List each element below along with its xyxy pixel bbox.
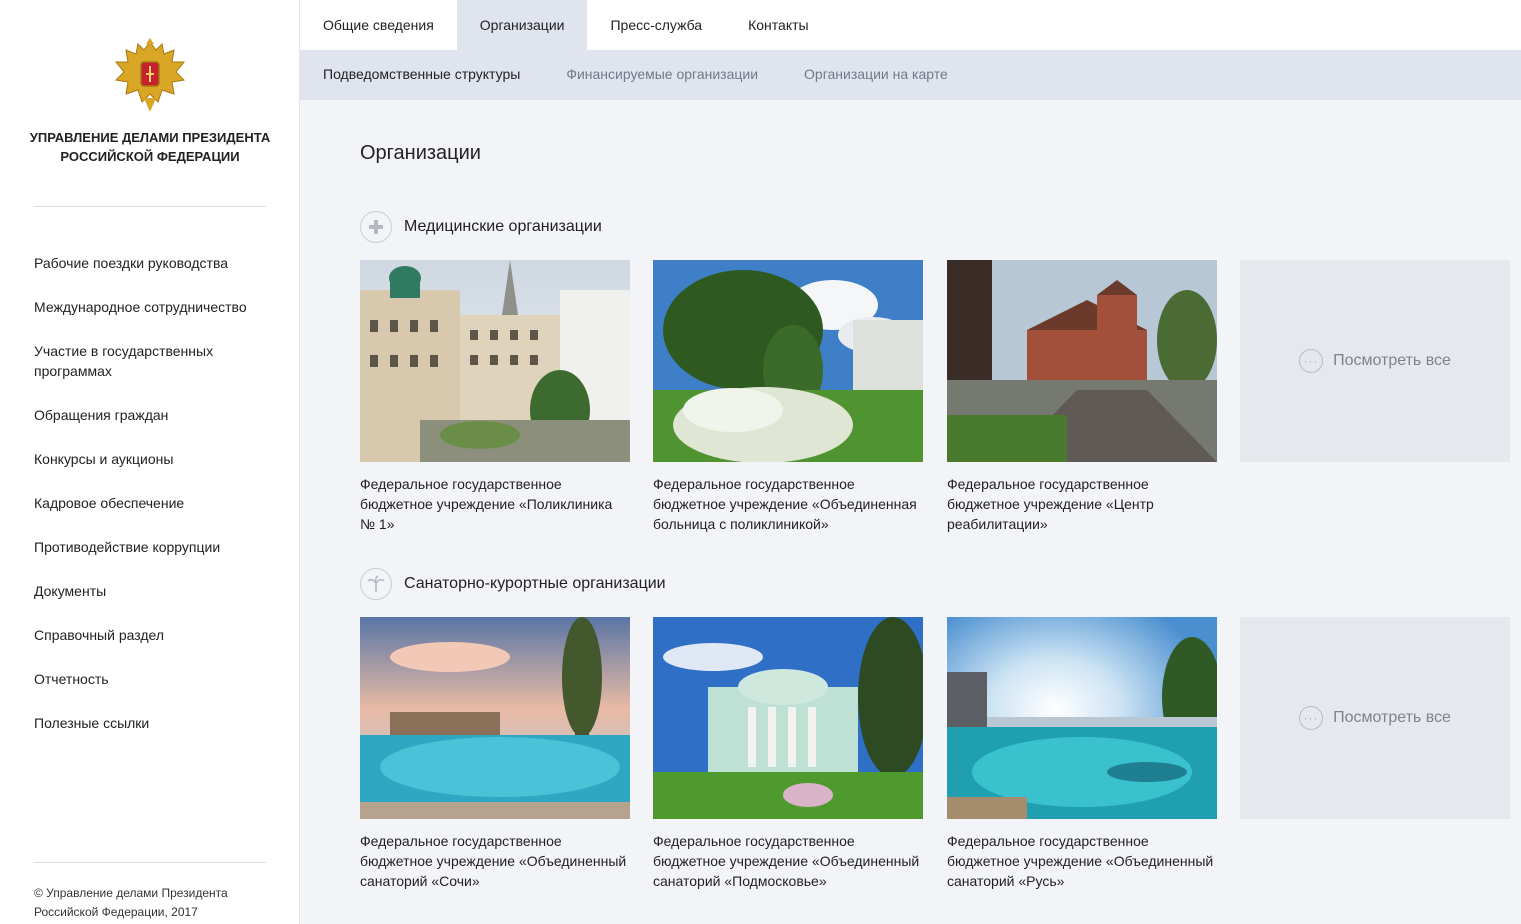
top-navigation: Общие сведения Организации Пресс-служба … xyxy=(300,0,1521,50)
plus-icon xyxy=(360,211,392,243)
org-card[interactable]: Федеральное государственное бюджетное уч… xyxy=(653,260,923,534)
sidebar-item-useful-links[interactable]: Полезные ссылки xyxy=(34,713,284,733)
view-all-label: Посмотреть все xyxy=(1333,709,1451,726)
subtab-organizations-map[interactable]: Организации на карте xyxy=(781,50,971,100)
org-photo[interactable] xyxy=(947,617,1217,819)
sidebar-item-reports[interactable]: Отчетность xyxy=(34,669,284,689)
tab-organizations[interactable]: Организации xyxy=(456,0,588,50)
sidebar-menu: Рабочие поездки руководства Международно… xyxy=(34,253,284,757)
view-all-label: Посмотреть все xyxy=(1333,352,1451,369)
section-header-sanatorium: Санаторно-курортные организации xyxy=(360,568,666,600)
sub-navigation: Подведомственные структуры Финансируемые… xyxy=(300,50,1521,100)
org-caption[interactable]: Федеральное государственное бюджетное уч… xyxy=(947,831,1217,891)
organization-name: Управление делами Президента Российской … xyxy=(29,130,271,164)
more-icon: ··· xyxy=(1299,349,1324,373)
org-caption[interactable]: Федеральное государственное бюджетное уч… xyxy=(360,474,630,534)
section-title-medical: Медицинские организации xyxy=(404,218,602,235)
section-title-sanatorium: Санаторно-курортные организации xyxy=(404,575,666,592)
view-all-button[interactable]: ··· Посмотреть все xyxy=(1240,260,1510,462)
org-card[interactable]: Федеральное государственное бюджетное уч… xyxy=(360,260,630,534)
tab-general-info[interactable]: Общие сведения xyxy=(300,0,457,50)
org-photo[interactable] xyxy=(360,617,630,819)
palm-icon xyxy=(360,568,392,600)
sidebar-divider-bottom xyxy=(34,862,266,863)
sidebar-item-reference[interactable]: Справочный раздел xyxy=(34,625,284,645)
org-caption[interactable]: Федеральное государственное бюджетное уч… xyxy=(947,474,1217,534)
tab-press-service[interactable]: Пресс-служба xyxy=(587,0,725,50)
copyright: © Управление делами Президента Российско… xyxy=(34,886,228,919)
sidebar-item-documents[interactable]: Документы xyxy=(34,581,284,601)
subtab-funded-organizations[interactable]: Финансируемые организации xyxy=(543,50,781,100)
org-card[interactable]: Федеральное государственное бюджетное уч… xyxy=(947,617,1217,891)
page-title: Организации xyxy=(360,142,481,164)
more-icon: ··· xyxy=(1299,706,1324,730)
coat-of-arms-logo[interactable] xyxy=(112,36,188,114)
view-all-button[interactable]: ··· Посмотреть все xyxy=(1240,617,1510,819)
sidebar-item-citizen-appeals[interactable]: Обращения граждан xyxy=(34,405,284,425)
sidebar-item-work-trips[interactable]: Рабочие поездки руководства xyxy=(34,253,284,273)
sidebar-item-anticorruption[interactable]: Противодействие коррупции xyxy=(34,537,284,557)
org-card[interactable]: Федеральное государственное бюджетное уч… xyxy=(360,617,630,891)
org-card[interactable]: Федеральное государственное бюджетное уч… xyxy=(947,260,1217,534)
sidebar-item-staffing[interactable]: Кадровое обеспечение xyxy=(34,493,284,513)
org-caption[interactable]: Федеральное государственное бюджетное уч… xyxy=(653,831,923,891)
org-photo[interactable] xyxy=(653,260,923,462)
subtab-subordinate-structures[interactable]: Подведомственные структуры xyxy=(300,50,543,100)
org-photo[interactable] xyxy=(360,260,630,462)
tab-contacts[interactable]: Контакты xyxy=(725,0,831,50)
org-photo[interactable] xyxy=(653,617,923,819)
sidebar-item-international[interactable]: Международное сотрудничество xyxy=(34,297,284,317)
sidebar-divider-top xyxy=(34,206,266,207)
org-caption[interactable]: Федеральное государственное бюджетное уч… xyxy=(360,831,630,891)
org-caption[interactable]: Федеральное государственное бюджетное уч… xyxy=(653,474,923,534)
sidebar-item-state-programs[interactable]: Участие в государственных программах xyxy=(34,341,284,381)
sidebar-item-tenders[interactable]: Конкурсы и аукционы xyxy=(34,449,284,469)
org-photo[interactable] xyxy=(947,260,1217,462)
section-header-medical: Медицинские организации xyxy=(360,211,602,243)
org-card[interactable]: Федеральное государственное бюджетное уч… xyxy=(653,617,923,891)
sidebar: Управление делами Президента Российской … xyxy=(0,0,300,924)
